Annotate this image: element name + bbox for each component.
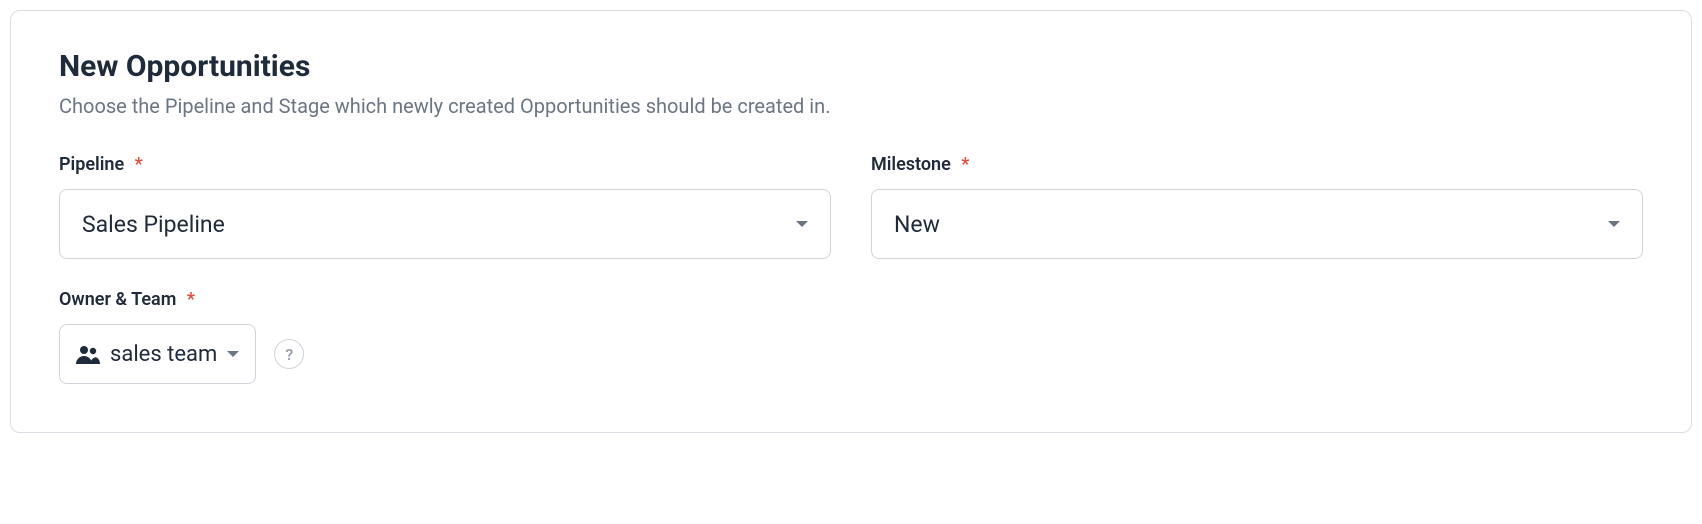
people-icon <box>76 344 100 364</box>
required-mark: * <box>187 289 195 310</box>
owner-team-control-row: sales team ? <box>59 324 1643 384</box>
required-mark: * <box>135 154 143 175</box>
milestone-label: Milestone * <box>871 154 1643 175</box>
milestone-select[interactable]: New <box>871 189 1643 259</box>
caret-down-icon <box>227 351 239 357</box>
owner-team-value: sales team <box>110 342 217 367</box>
pipeline-label-text: Pipeline <box>59 154 124 175</box>
caret-down-icon <box>1608 221 1620 227</box>
new-opportunities-panel: New Opportunities Choose the Pipeline an… <box>10 10 1692 433</box>
pipeline-value: Sales Pipeline <box>82 211 796 238</box>
caret-down-icon <box>796 221 808 227</box>
pipeline-field: Pipeline * Sales Pipeline <box>59 154 831 259</box>
owner-team-label: Owner & Team * <box>59 289 1643 310</box>
owner-team-select[interactable]: sales team <box>59 324 256 384</box>
form-row-top: Pipeline * Sales Pipeline Milestone * Ne… <box>59 154 1643 259</box>
section-subtitle: Choose the Pipeline and Stage which newl… <box>59 94 1643 118</box>
required-mark: * <box>961 154 969 175</box>
milestone-value: New <box>894 211 1608 238</box>
help-icon[interactable]: ? <box>274 339 304 369</box>
owner-team-field: Owner & Team * sales team ? <box>59 289 1643 384</box>
section-title: New Opportunities <box>59 49 1643 84</box>
milestone-field: Milestone * New <box>871 154 1643 259</box>
pipeline-select[interactable]: Sales Pipeline <box>59 189 831 259</box>
milestone-label-text: Milestone <box>871 154 951 175</box>
pipeline-label: Pipeline * <box>59 154 831 175</box>
owner-team-label-text: Owner & Team <box>59 289 176 310</box>
